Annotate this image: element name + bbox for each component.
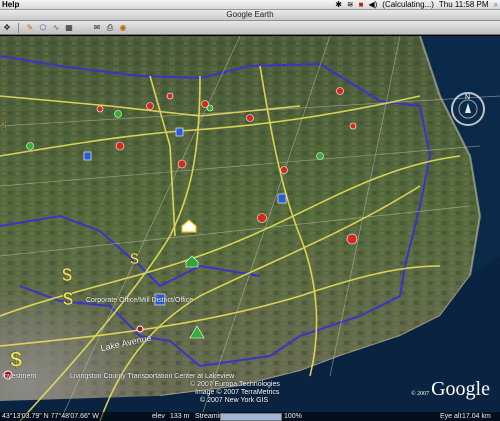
status-bar: 43°13'03.79" N 77°48'07.66" W elev 133 m…: [0, 412, 500, 421]
streaming-progress: [220, 413, 282, 421]
map-canvas[interactable]: $ $ $ $ $ N: [0, 36, 500, 421]
window-title: Google Earth: [0, 10, 500, 21]
placemark-red[interactable]: [280, 166, 288, 174]
person-icon[interactable]: [277, 193, 287, 204]
image-overlay-icon[interactable]: ▦: [64, 23, 74, 33]
placemark-red[interactable]: [166, 92, 174, 100]
wifi-icon[interactable]: ≋: [347, 0, 354, 9]
google-maps-icon[interactable]: ◉: [118, 23, 128, 33]
placemark-green[interactable]: [26, 142, 34, 150]
placemark-red[interactable]: [115, 141, 125, 151]
bank-icon[interactable]: $: [63, 289, 74, 310]
elevation-value: 133 m: [170, 413, 190, 420]
hand-tool-icon[interactable]: ✥: [2, 23, 12, 33]
placemark-red[interactable]: [246, 114, 254, 122]
streaming-percent: 100%: [284, 413, 302, 420]
bank-icon[interactable]: $: [10, 347, 23, 373]
spotlight-icon[interactable]: ⌕: [494, 0, 498, 9]
placemark-red[interactable]: [257, 213, 267, 223]
bank-icon[interactable]: $: [2, 121, 8, 131]
eye-alt-value: 17.04 km: [462, 413, 491, 420]
placemark-red[interactable]: [177, 159, 187, 169]
person-icon[interactable]: [83, 151, 92, 161]
person-icon[interactable]: [175, 127, 184, 137]
placemark-red[interactable]: [349, 122, 357, 130]
compass-north-label: N: [465, 94, 470, 101]
toolbar-spacer: [77, 23, 89, 33]
copyright-text: © 2007 New York GIS: [200, 397, 269, 404]
copyright-text: © 2007 Europa Technologies: [190, 381, 280, 388]
map-label: Livingston County Transportation Center …: [70, 373, 235, 380]
map-view[interactable]: $ $ $ $ $ N Corporate Office/Mill Distri…: [0, 36, 500, 421]
placemark-red[interactable]: [336, 87, 344, 95]
copyright-text: Image © 2007 TerraMetrics: [195, 389, 280, 396]
toolbar-divider: [18, 22, 19, 33]
path-icon[interactable]: ∿: [51, 23, 61, 33]
email-icon[interactable]: ✉: [92, 23, 102, 33]
menubar-clock[interactable]: Thu 11:58 PM: [439, 0, 489, 9]
placemark-green[interactable]: [206, 104, 214, 112]
map-label: Investment: [2, 373, 37, 380]
placemark-red[interactable]: [146, 102, 154, 110]
elevation-label: elev: [152, 413, 165, 420]
placemark-icon[interactable]: ✎: [25, 23, 35, 33]
eye-alt-label: Eye alt: [440, 413, 462, 420]
placemark-green[interactable]: [316, 152, 324, 160]
print-icon[interactable]: ⎙: [105, 23, 115, 33]
placemark-green[interactable]: [114, 110, 122, 118]
logo-year: © 2007: [411, 391, 430, 397]
bank-icon[interactable]: $: [130, 251, 140, 269]
bank-icon[interactable]: $: [62, 265, 73, 286]
pin-icon[interactable]: [136, 325, 144, 333]
logo-wordmark: Google: [431, 378, 490, 400]
placemark-red[interactable]: [96, 105, 104, 113]
streaming-progress-fill: [221, 414, 281, 420]
polygon-icon[interactable]: ⬠: [38, 23, 48, 33]
volume-icon[interactable]: ◀): [368, 0, 377, 9]
google-logo: © 2007 Google: [411, 378, 490, 401]
menubar: Help ✱ ≋ ■ ◀) (Calculating...) Thu 11:58…: [0, 0, 500, 10]
battery-status-text[interactable]: (Calculating...): [382, 0, 434, 9]
bluetooth-icon[interactable]: ✱: [335, 0, 342, 9]
help-menu[interactable]: Help: [2, 0, 19, 9]
flag-icon[interactable]: ■: [359, 0, 364, 9]
pointer-coordinates: 43°13'03.79" N 77°48'07.66" W: [2, 413, 99, 420]
toolbar: ✥ ✎ ⬠ ∿ ▦ ✉ ⎙ ◉: [0, 21, 500, 35]
placemark-red[interactable]: [346, 233, 358, 245]
map-label: Corporate Office/Mill District/Office: [86, 297, 194, 304]
